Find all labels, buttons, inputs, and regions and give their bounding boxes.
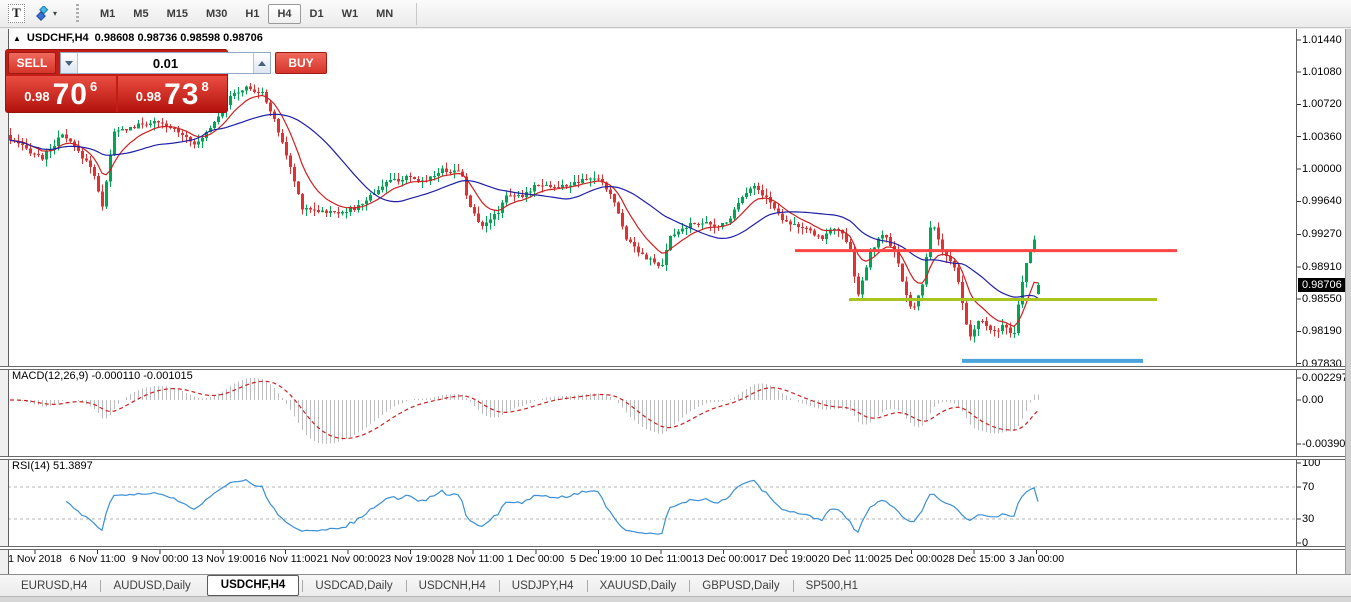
chart-title-row: ▲ USDCHF,H4 0.98608 0.98736 0.98598 0.98… — [13, 32, 263, 44]
sell-button[interactable]: SELL — [8, 52, 56, 74]
diamonds-icon — [35, 6, 50, 21]
date-axis-label: 17 Dec 19:00 — [755, 553, 817, 565]
price-pane-layer — [9, 83, 1040, 343]
rsi-axis-label: 70 — [1302, 481, 1314, 493]
timeframe-button-w1[interactable]: W1 — [333, 4, 368, 24]
chart-tab-gbpusd-daily[interactable]: GBPUSD,Daily — [689, 577, 792, 595]
volume-input[interactable] — [78, 53, 253, 73]
price-axis-label: 0.99640 — [1302, 195, 1342, 207]
macd-pane-layer — [11, 378, 1039, 444]
volume-decrease-button[interactable] — [61, 53, 78, 73]
timeframe-button-m5[interactable]: M5 — [124, 4, 157, 24]
chart-tab-usdcnh-h4[interactable]: USDCNH,H4 — [406, 577, 499, 595]
price-axis-label: 1.01080 — [1302, 66, 1342, 78]
chart-tab-audusd-daily[interactable]: AUDUSD,Daily — [100, 577, 203, 595]
volume-group — [60, 52, 271, 74]
pane-splitter-macd-rsi[interactable] — [0, 456, 1345, 460]
rsi-label: RSI(14) 51.3897 — [12, 460, 93, 472]
toolbar-grip[interactable] — [76, 4, 79, 24]
price-axis-label: 1.01440 — [1302, 34, 1342, 46]
rsi-axis-label: 30 — [1302, 513, 1314, 525]
date-axis-label: 28 Dec 15:00 — [943, 553, 1005, 565]
buy-price-prefix: 0.98 — [136, 89, 161, 104]
date-axis-label: 21 Nov 00:00 — [317, 553, 379, 565]
bottom-strip — [0, 596, 1351, 602]
chart-tab-xauusd-daily[interactable]: XAUUSD,Daily — [587, 577, 690, 595]
date-axis-label: 6 Nov 11:00 — [70, 553, 126, 565]
vertical-scrollbar[interactable] — [1345, 29, 1351, 596]
macd-axis-label: 0.002297 — [1302, 372, 1348, 384]
price-axis-label: 0.98550 — [1302, 293, 1342, 305]
macd-axis-label: -0.003904 — [1302, 438, 1351, 450]
pane-splitter-rsi-dates[interactable] — [0, 546, 1345, 550]
buy-price-big: 73 — [164, 81, 199, 109]
sell-price-display[interactable]: 0.98 70 6 — [6, 76, 116, 112]
chart-tab-sp500-h1[interactable]: SP500,H1 — [793, 577, 871, 595]
date-axis-label: 13 Dec 00:00 — [692, 553, 754, 565]
chart-tab-bar: EURUSD,H4AUDUSD,DailyUSDCHF,H4USDCAD,Dai… — [0, 574, 1351, 596]
chart-tab-usdjpy-h4[interactable]: USDJPY,H4 — [499, 577, 587, 595]
timeframe-button-mn[interactable]: MN — [367, 4, 402, 24]
text-tool-button[interactable]: T — [5, 2, 28, 25]
price-axis-label: 0.99270 — [1302, 228, 1342, 240]
chart-symbol-title: USDCHF,H4 — [27, 32, 89, 44]
date-axis-label: 28 Nov 11:00 — [442, 553, 504, 565]
timeframe-button-h4[interactable]: H4 — [268, 4, 300, 24]
date-axis-label: 5 Dec 19:00 — [570, 553, 627, 565]
date-axis-label: 23 Nov 19:00 — [379, 553, 441, 565]
arrow-down-icon — [65, 61, 73, 66]
sell-price-big: 70 — [53, 81, 88, 109]
sell-price-pip: 6 — [90, 79, 97, 94]
price-axis-label: 0.98190 — [1302, 325, 1342, 337]
price-axis-label: 1.00000 — [1302, 163, 1342, 175]
chart-tab-eurusd-h4[interactable]: EURUSD,H4 — [8, 577, 100, 595]
date-axis-label: 1 Nov 2018 — [8, 553, 62, 565]
price-axis-label: 1.00360 — [1302, 131, 1342, 143]
toolbar: T ▾ M1M5M15M30H1H4D1W1MN — [0, 0, 1351, 28]
pane-splitter-main-macd[interactable] — [0, 366, 1345, 370]
sell-price-prefix: 0.98 — [24, 89, 49, 104]
macd-axis-label: 0.00 — [1302, 394, 1323, 406]
chevron-down-icon[interactable]: ▾ — [53, 9, 57, 18]
date-axis-label: 25 Dec 00:00 — [880, 553, 942, 565]
buy-button[interactable]: BUY — [275, 52, 327, 74]
toolbar-separator — [416, 3, 417, 25]
current-price-badge: 0.98706 — [1298, 278, 1347, 292]
chart-tab-usdchf-h4[interactable]: USDCHF,H4 — [207, 575, 300, 596]
buy-price-pip: 8 — [201, 79, 208, 94]
timeframe-bar: M1M5M15M30H1H4D1W1MN — [91, 0, 402, 28]
date-axis-label: 9 Nov 00:00 — [132, 553, 189, 565]
macd-signal-layer — [10, 381, 1038, 438]
date-axis-label: 1 Dec 00:00 — [507, 553, 564, 565]
volume-increase-button[interactable] — [253, 53, 270, 73]
price-axis-label: 1.00720 — [1302, 98, 1342, 110]
timeframe-button-m1[interactable]: M1 — [91, 4, 124, 24]
macd-label: MACD(12,26,9) -0.000110 -0.001015 — [12, 370, 193, 382]
price-axis-label: 0.98910 — [1302, 261, 1342, 273]
chart-tab-usdcad-daily[interactable]: USDCAD,Daily — [302, 577, 405, 595]
timeframe-button-d1[interactable]: D1 — [301, 4, 333, 24]
timeframe-button-m15[interactable]: M15 — [158, 4, 197, 24]
date-axis-label: 16 Nov 11:00 — [255, 553, 317, 565]
rsi-pane-layer — [8, 480, 1297, 535]
timeframe-button-m30[interactable]: M30 — [197, 4, 236, 24]
chart-ohlc-values: 0.98608 0.98736 0.98598 0.98706 — [95, 32, 263, 44]
timeframe-button-h1[interactable]: H1 — [236, 4, 268, 24]
date-axis-label: 3 Jan 00:00 — [1009, 553, 1064, 565]
arrow-up-icon — [258, 61, 266, 66]
date-axis-label: 20 Dec 11:00 — [818, 553, 880, 565]
date-axis-label: 10 Dec 11:00 — [630, 553, 692, 565]
collapse-icon[interactable]: ▲ — [13, 34, 21, 43]
buy-price-display[interactable]: 0.98 73 8 — [118, 76, 228, 112]
text-tool-icon: T — [8, 4, 25, 23]
terminal-window: T ▾ M1M5M15M30H1H4D1W1MN ▲ USDCHF,H4 0.9… — [0, 0, 1351, 602]
style-tool-button[interactable]: ▾ — [32, 4, 60, 23]
date-axis-label: 13 Nov 19:00 — [192, 553, 254, 565]
one-click-trading-panel: SELL BUY 0.98 70 6 0.98 73 8 — [6, 50, 227, 112]
